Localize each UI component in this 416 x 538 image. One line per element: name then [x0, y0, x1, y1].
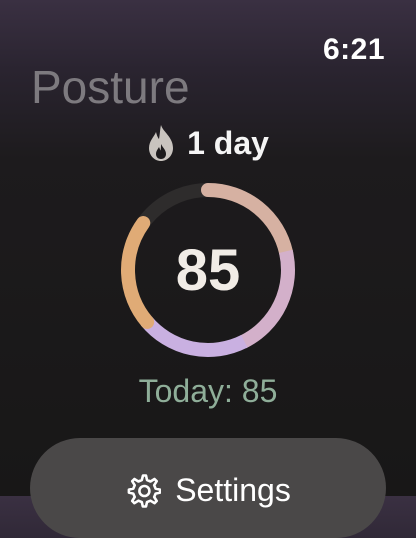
- posture-score: 85: [175, 237, 241, 303]
- app-title: Posture: [31, 61, 190, 113]
- today-score: Today: 85: [138, 373, 278, 409]
- settings-button[interactable]: Settings: [30, 438, 386, 538]
- streak-label: 1 day: [187, 124, 269, 161]
- settings-label: Settings: [175, 472, 291, 508]
- gear-icon: [127, 474, 162, 508]
- status-time: 6:21: [322, 33, 385, 66]
- posture-score-ring: 85: [114, 176, 302, 364]
- flame-icon: [149, 125, 174, 161]
- streak-indicator: 1 day: [0, 124, 416, 162]
